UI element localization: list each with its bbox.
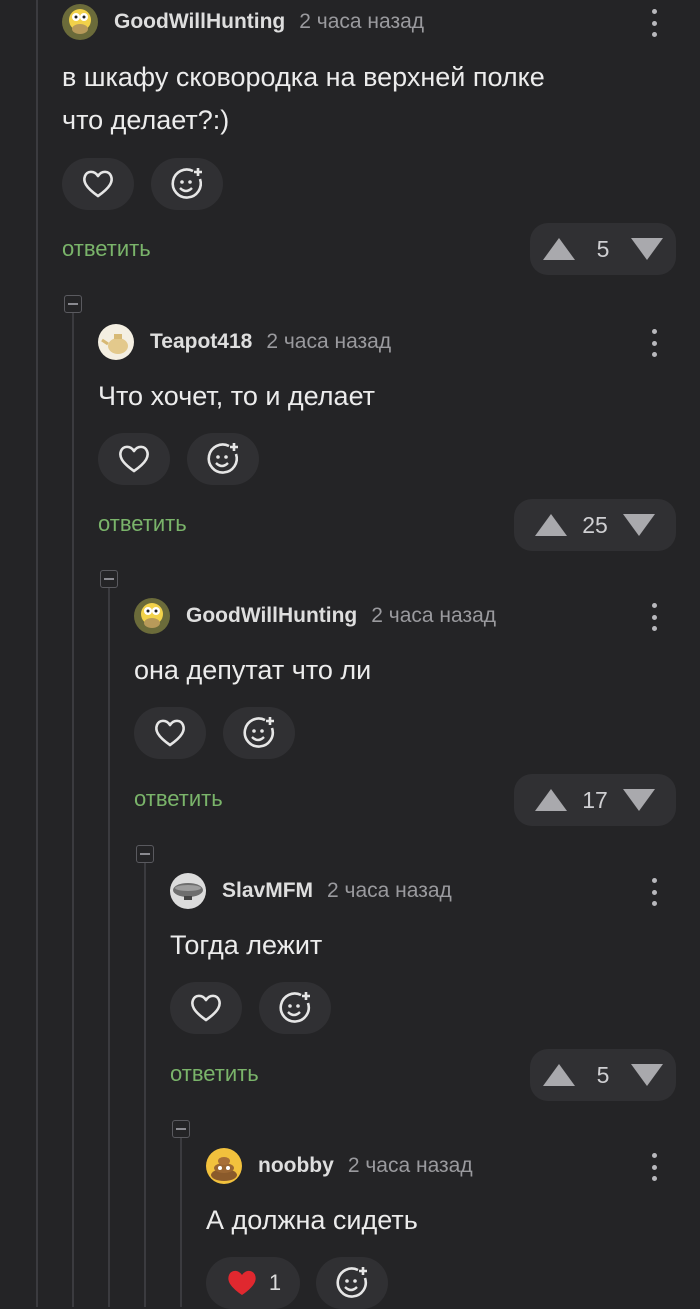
add-reaction-button[interactable] — [316, 1257, 388, 1309]
homer-avatar[interactable] — [62, 4, 98, 40]
username[interactable]: Teapot418 — [150, 330, 252, 354]
thread-line — [108, 588, 110, 1307]
vote-widget: 5 — [530, 223, 676, 275]
username[interactable]: noobby — [258, 1154, 334, 1178]
smiley-add-icon — [207, 443, 238, 474]
heart-filled-icon — [228, 1270, 256, 1295]
thread-line — [180, 1137, 182, 1307]
smiley-add-icon — [279, 992, 310, 1023]
reply-link[interactable]: ответить — [62, 236, 151, 262]
airship-avatar[interactable] — [170, 873, 206, 909]
more-options-icon[interactable] — [644, 326, 664, 360]
smiley-add-icon — [243, 717, 274, 748]
more-options-icon[interactable] — [644, 875, 664, 909]
username[interactable]: SlavMFM — [222, 879, 313, 903]
add-reaction-button[interactable] — [259, 982, 331, 1034]
poop-avatar[interactable] — [206, 1148, 242, 1184]
thread-line — [36, 0, 38, 1307]
add-reaction-button[interactable] — [151, 158, 223, 210]
comment-text: А должна сидеть — [206, 1205, 418, 1235]
add-reaction-button[interactable] — [187, 433, 259, 485]
timestamp: 2 часа назад — [299, 10, 425, 33]
comment-text: она депутат что ли — [134, 655, 372, 685]
like-button[interactable] — [170, 982, 242, 1034]
reply-link[interactable]: ответить — [170, 1061, 259, 1087]
timestamp: 2 часа назад — [327, 879, 452, 902]
reply-link[interactable]: ответить — [134, 786, 223, 812]
upvote-icon[interactable] — [535, 789, 567, 811]
smiley-add-icon — [171, 168, 202, 199]
thread-line — [144, 862, 146, 1307]
downvote-icon[interactable] — [623, 514, 655, 536]
rating-score: 5 — [596, 1061, 610, 1088]
like-count: 1 — [268, 1270, 282, 1295]
rating-score: 5 — [596, 235, 610, 262]
homer-avatar[interactable] — [134, 598, 170, 634]
thread-line — [72, 312, 74, 1307]
add-reaction-button[interactable] — [223, 707, 295, 759]
downvote-icon[interactable] — [623, 789, 655, 811]
timestamp: 2 часа назад — [347, 1154, 473, 1177]
heart-icon — [155, 719, 185, 747]
upvote-icon[interactable] — [535, 514, 567, 536]
comment-text: Что хочет, то и делает — [98, 381, 376, 411]
more-options-icon[interactable] — [644, 600, 664, 634]
heart-icon — [191, 994, 221, 1022]
rating-score: 17 — [582, 786, 608, 813]
comment-text: в шкафу сковородка на верхней полке что … — [62, 62, 545, 135]
collapse-thread-button[interactable] — [136, 845, 154, 863]
like-button[interactable] — [98, 433, 170, 485]
teapot-avatar[interactable] — [98, 324, 134, 360]
like-button[interactable]: 1 — [206, 1257, 300, 1309]
upvote-icon[interactable] — [543, 238, 575, 260]
heart-icon — [119, 445, 149, 473]
reply-link[interactable]: ответить — [98, 511, 187, 537]
heart-icon — [83, 170, 113, 198]
vote-widget: 25 — [514, 499, 676, 551]
vote-widget: 5 — [530, 1049, 676, 1101]
timestamp: 2 часа назад — [266, 330, 392, 353]
more-options-icon[interactable] — [644, 6, 664, 40]
collapse-thread-button[interactable] — [100, 570, 118, 588]
smiley-add-icon — [336, 1267, 367, 1298]
timestamp: 2 часа назад — [371, 604, 497, 627]
username[interactable]: GoodWillHunting — [114, 10, 285, 34]
like-button[interactable] — [134, 707, 206, 759]
collapse-thread-button[interactable] — [172, 1120, 190, 1138]
comment-text: Тогда лежит — [170, 930, 323, 960]
vote-widget: 17 — [514, 774, 676, 826]
downvote-icon[interactable] — [631, 238, 663, 260]
upvote-icon[interactable] — [543, 1064, 575, 1086]
more-options-icon[interactable] — [644, 1150, 664, 1184]
like-button[interactable] — [62, 158, 134, 210]
username[interactable]: GoodWillHunting — [186, 604, 357, 628]
downvote-icon[interactable] — [631, 1064, 663, 1086]
rating-score: 25 — [582, 511, 608, 538]
collapse-thread-button[interactable] — [64, 295, 82, 313]
